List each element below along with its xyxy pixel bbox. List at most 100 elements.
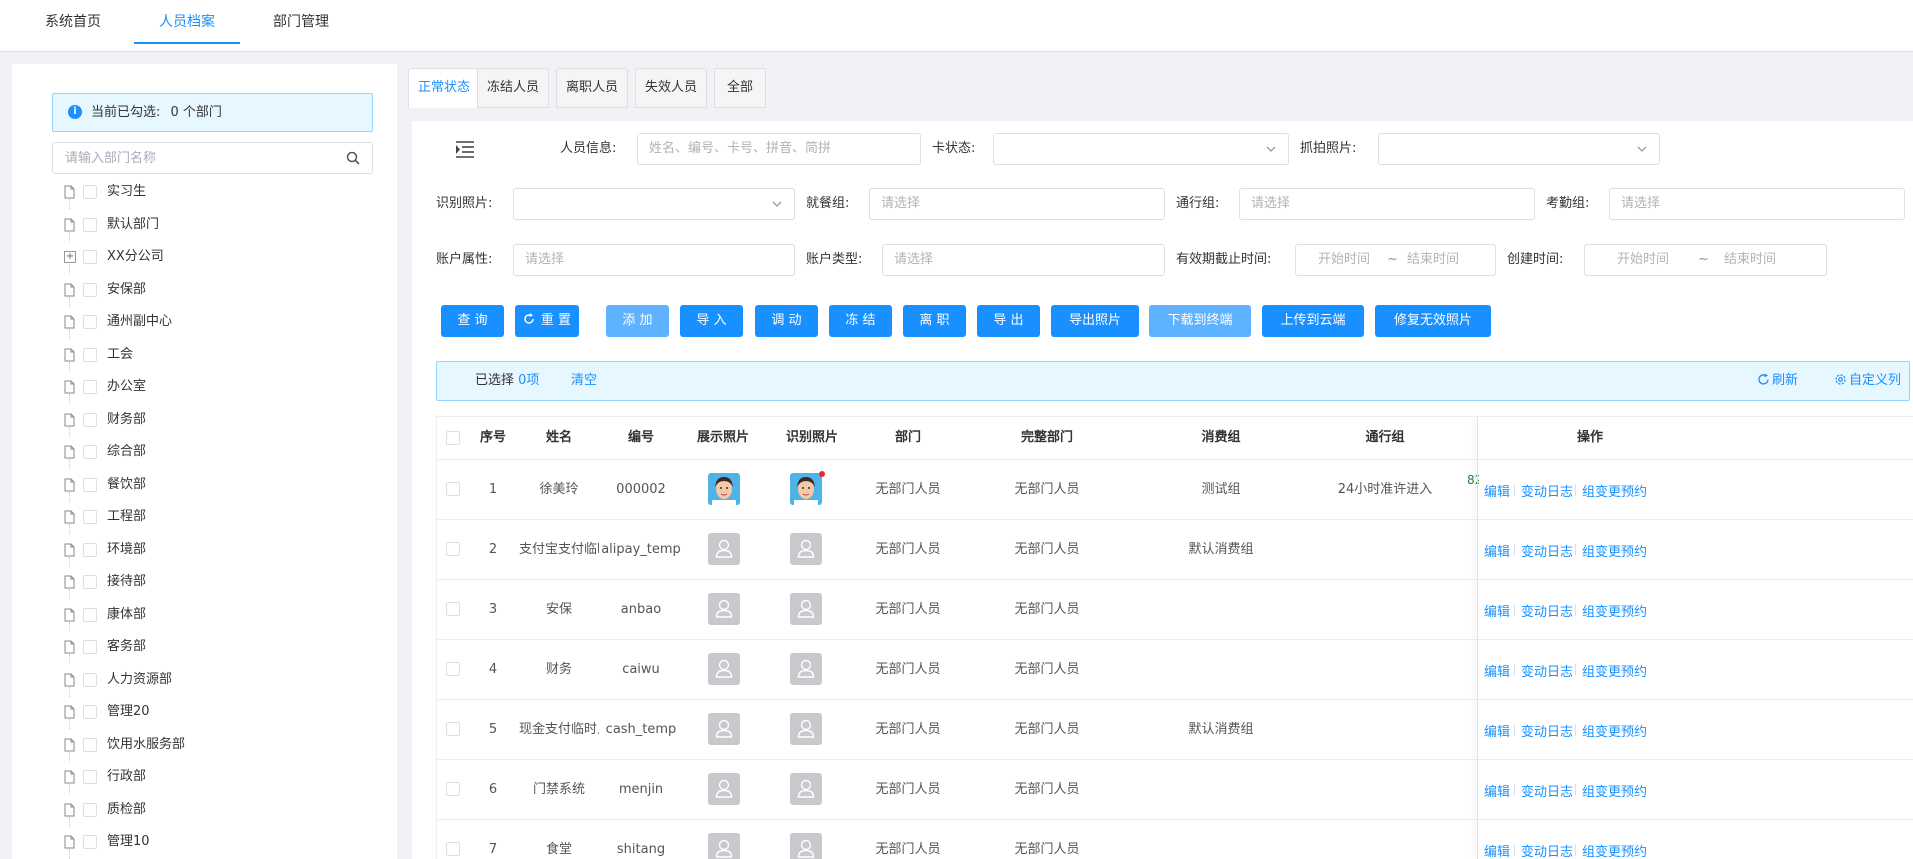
row-checkbox[interactable] — [446, 782, 460, 796]
menu-fold-icon[interactable] — [454, 139, 476, 159]
row-checkbox[interactable] — [446, 542, 460, 556]
edit-link[interactable]: 编辑 — [1484, 841, 1510, 859]
snap-photo-select[interactable] — [1378, 133, 1660, 165]
tree-node[interactable]: 接待部 — [64, 566, 384, 599]
download-terminal-button[interactable]: 下载到终端 — [1149, 305, 1251, 337]
group-change-link[interactable]: 组变更预约 — [1582, 661, 1647, 680]
reset-button[interactable]: 重 置 — [515, 305, 579, 337]
table-row[interactable]: 6 门禁系统 menjin 无部门人员 无部门人员 编辑 变动日志 组变更预约 — [437, 760, 1913, 820]
select-all-checkbox[interactable] — [446, 431, 460, 445]
nav-dept[interactable]: 部门管理 — [268, 0, 334, 44]
tree-node[interactable]: 通州副中心 — [64, 306, 384, 339]
edit-link[interactable]: 编辑 — [1484, 481, 1510, 500]
tab-3[interactable]: 失效人员 — [635, 68, 707, 108]
tree-node[interactable]: 环境部 — [64, 534, 384, 567]
tree-node[interactable]: 办公室 — [64, 371, 384, 404]
add-button[interactable]: 添 加 — [606, 305, 669, 337]
account-type-input[interactable]: 请选择 — [882, 244, 1165, 276]
tree-checkbox[interactable] — [83, 282, 97, 297]
valid-until-range[interactable]: 开始时间 ~ 结束时间 — [1295, 244, 1496, 276]
table-row[interactable]: 1徐美玲000002无部门人员无部门人员测试组24小时准许进入82编辑变动日志组… — [437, 460, 1913, 520]
tree-node[interactable]: + XX分公司 — [64, 241, 384, 274]
fix-photo-button[interactable]: 修复无效照片 — [1375, 305, 1491, 337]
dept-search-input[interactable] — [53, 143, 333, 173]
table-row[interactable]: 5 现金支付临时人 cash_temp 无部门人员 无部门人员 默认消费组 编辑变动日志组变… — [437, 700, 1913, 760]
tree-checkbox[interactable] — [83, 412, 97, 427]
change-log-link[interactable]: 变动日志 — [1521, 541, 1573, 560]
tree-checkbox[interactable] — [83, 705, 97, 719]
recog-photo-select[interactable] — [513, 188, 795, 220]
tree-checkbox[interactable] — [83, 250, 97, 264]
expand-icon[interactable]: + — [64, 251, 76, 263]
tree-node[interactable]: 工程部 — [64, 501, 384, 534]
tree-node[interactable]: 综合部 — [64, 436, 384, 469]
tree-checkbox[interactable] — [83, 607, 97, 622]
tree-checkbox[interactable] — [83, 672, 97, 687]
change-log-link[interactable]: 变动日志 — [1521, 781, 1573, 800]
card-status-select[interactable] — [993, 133, 1289, 165]
row-checkbox[interactable] — [446, 482, 460, 496]
tree-checkbox[interactable] — [83, 802, 97, 817]
change-log-link[interactable]: 变动日志 — [1521, 601, 1573, 620]
tab-1[interactable]: 冻结人员 — [477, 68, 549, 108]
table-row[interactable]: 3 安保 anbao 无部门人员 无部门人员 编辑 变动日志 组变更预约 — [437, 580, 1913, 640]
change-log-link[interactable]: 变动日志 — [1521, 721, 1573, 740]
show-photo[interactable] — [708, 473, 740, 505]
nav-personnel[interactable]: 人员档案 — [134, 0, 240, 44]
tree-checkbox[interactable] — [83, 835, 97, 849]
group-change-link[interactable]: 组变更预约 — [1582, 541, 1647, 560]
tree-checkbox[interactable] — [83, 185, 97, 199]
tree-node[interactable]: 质检部 — [64, 794, 384, 827]
refresh-link[interactable]: 刷新 — [1757, 362, 1798, 400]
account-attr-input[interactable]: 请选择 — [513, 244, 795, 276]
tree-node[interactable]: 饮用水服务部 — [64, 729, 384, 762]
tree-checkbox[interactable] — [83, 217, 97, 232]
tree-node[interactable]: 实习生 — [64, 176, 384, 209]
group-change-link[interactable]: 组变更预约 — [1582, 601, 1647, 620]
row-checkbox[interactable] — [446, 662, 460, 676]
tab-2[interactable]: 离职人员 — [556, 68, 628, 108]
edit-link[interactable]: 编辑 — [1484, 541, 1510, 560]
query-button[interactable]: 查 询 — [441, 305, 504, 337]
tree-node[interactable]: 默认部门 — [64, 209, 384, 242]
nav-home[interactable]: 系统首页 — [40, 0, 106, 44]
tree-checkbox[interactable] — [83, 477, 97, 492]
tree-checkbox[interactable] — [83, 445, 97, 459]
tree-checkbox[interactable] — [83, 640, 97, 654]
tree-checkbox[interactable] — [83, 380, 97, 394]
export-button[interactable]: 导 出 — [977, 305, 1040, 337]
edit-link[interactable]: 编辑 — [1484, 781, 1510, 800]
tree-checkbox[interactable] — [83, 737, 97, 752]
tree-node[interactable]: 行政部 — [64, 761, 384, 794]
tree-node[interactable]: 安保部 — [64, 274, 384, 307]
edit-link[interactable]: 编辑 — [1484, 661, 1510, 680]
tree-node[interactable]: 康体部 — [64, 599, 384, 632]
person-info-input[interactable]: 姓名、编号、卡号、拼音、简拼 — [637, 133, 921, 165]
import-button[interactable]: 导 入 — [680, 305, 743, 337]
group-change-link[interactable]: 组变更预约 — [1582, 781, 1647, 800]
freeze-button[interactable]: 冻 结 — [829, 305, 892, 337]
tree-checkbox[interactable] — [83, 510, 97, 524]
meal-group-input[interactable]: 请选择 — [869, 188, 1165, 220]
export-photo-button[interactable]: 导出照片 — [1051, 305, 1139, 337]
change-log-link[interactable]: 变动日志 — [1521, 481, 1573, 500]
tree-checkbox[interactable] — [83, 315, 97, 329]
attend-group-input[interactable]: 请选择 — [1609, 188, 1905, 220]
tree-checkbox[interactable] — [83, 347, 97, 362]
clear-link[interactable]: 清空 — [571, 362, 597, 400]
tree-node[interactable]: 人力资源部 — [64, 664, 384, 697]
transfer-button[interactable]: 调 动 — [755, 305, 818, 337]
table-row[interactable]: 4 财务 caiwu 无部门人员 无部门人员 编辑 变动日志 组变更预约 — [437, 640, 1913, 700]
resign-button[interactable]: 离 职 — [903, 305, 966, 337]
custom-cols-link[interactable]: 自定义列 — [1834, 362, 1901, 400]
group-change-link[interactable]: 组变更预约 — [1582, 721, 1647, 740]
search-icon[interactable] — [346, 151, 360, 165]
edit-link[interactable]: 编辑 — [1484, 721, 1510, 740]
tree-node[interactable]: 客务部 — [64, 631, 384, 664]
table-row[interactable]: 7 食堂 shitang 无部门人员 无部门人员 编辑 变动日志 组变更预约 — [437, 820, 1913, 859]
change-log-link[interactable]: 变动日志 — [1521, 661, 1573, 680]
pass-group-input[interactable]: 请选择 — [1239, 188, 1535, 220]
change-log-link[interactable]: 变动日志 — [1521, 841, 1573, 859]
row-checkbox[interactable] — [446, 842, 460, 856]
edit-link[interactable]: 编辑 — [1484, 601, 1510, 620]
